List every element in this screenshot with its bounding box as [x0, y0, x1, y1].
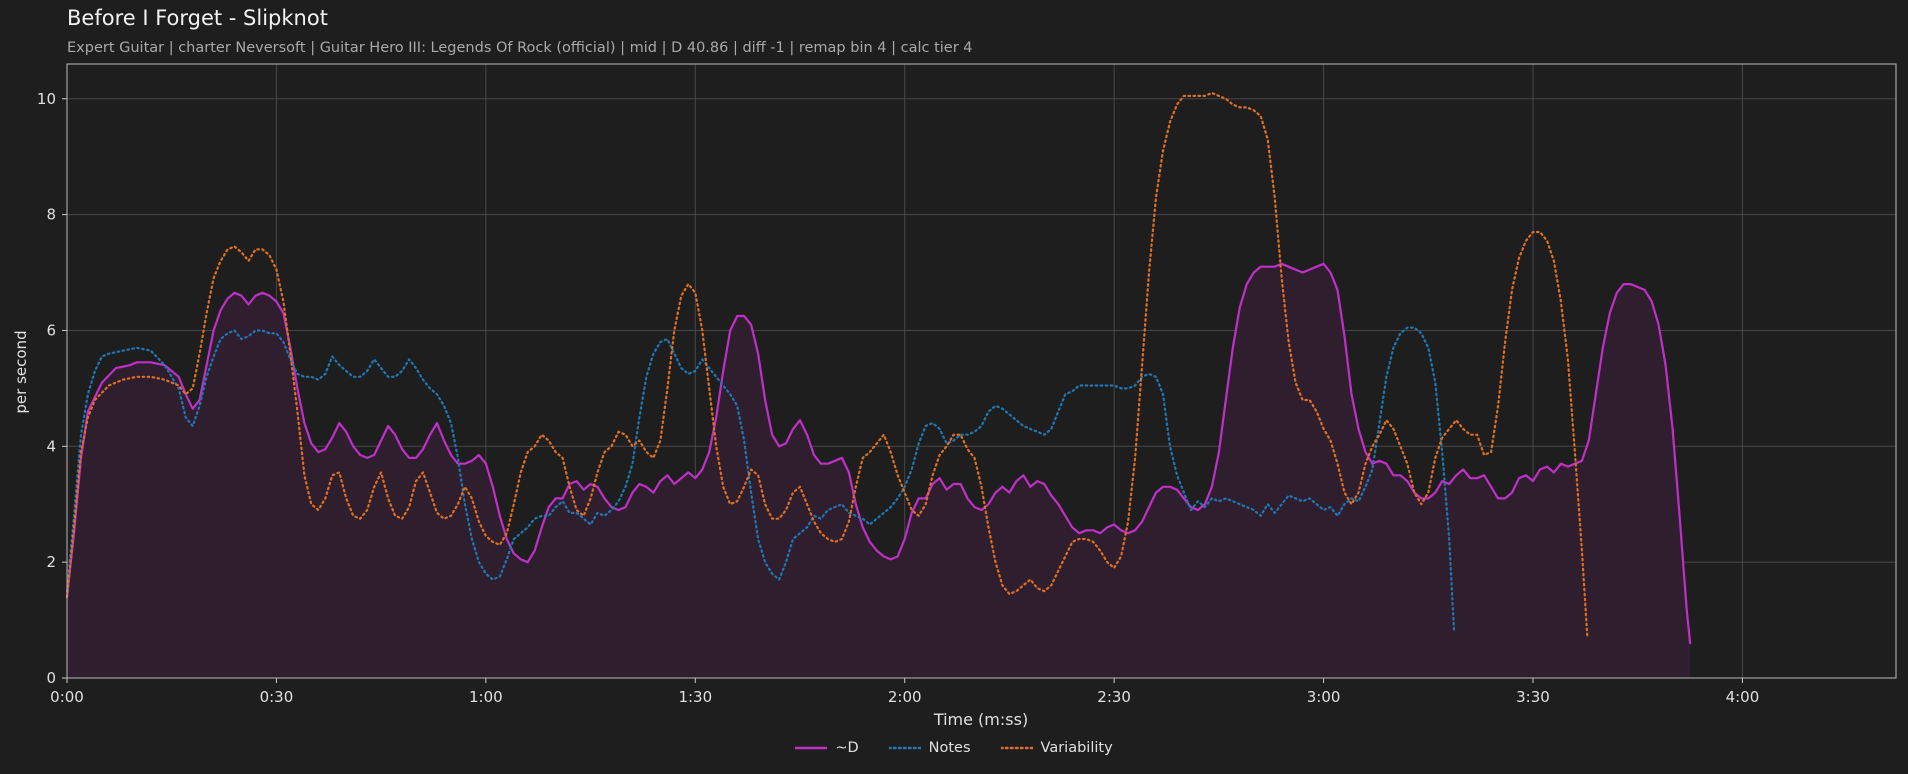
- x-tick-label: 0:30: [260, 688, 294, 706]
- legend-swatch-variability: [1000, 746, 1033, 750]
- x-tick-label: 0:00: [50, 688, 84, 706]
- area-fill: [67, 263, 1691, 678]
- legend-item-d: ~D: [795, 740, 859, 756]
- legend-label-d: ~D: [835, 740, 859, 756]
- legend-label-variability: Variability: [1040, 740, 1113, 756]
- x-tick-label: 3:30: [1516, 688, 1550, 706]
- legend-item-notes: Notes: [888, 740, 971, 756]
- x-tick-label: 3:00: [1307, 688, 1341, 706]
- y-tick-label: 10: [37, 90, 56, 108]
- legend: ~D Notes Variability: [0, 736, 1908, 760]
- y-tick-label: 4: [46, 437, 56, 455]
- y-tick-label: 0: [46, 669, 56, 687]
- legend-swatch-d: [795, 746, 828, 750]
- y-tick-label: 6: [46, 321, 56, 339]
- line-chart: 0:00 0:30 1:00 1:30 2:00 2:30 3:00 3:30 4:00 0 2 4 6…: [12, 63, 1897, 729]
- series-d-fill: [67, 263, 1691, 678]
- y-tick-label: 8: [46, 206, 56, 224]
- x-tick-label: 1:00: [469, 688, 503, 706]
- legend-swatch-notes: [888, 746, 921, 750]
- x-tick-label: 2:30: [1097, 688, 1131, 706]
- legend-label-notes: Notes: [928, 740, 971, 756]
- x-tick-label: 4:00: [1726, 688, 1760, 706]
- legend-item-variability: Variability: [1000, 740, 1113, 756]
- x-tick-label: 2:00: [888, 688, 922, 706]
- y-tick-label: 2: [46, 553, 56, 571]
- y-axis-label: per second: [12, 330, 30, 413]
- x-axis-label: Time (m:ss): [933, 710, 1028, 729]
- x-tick-label: 1:30: [678, 688, 712, 706]
